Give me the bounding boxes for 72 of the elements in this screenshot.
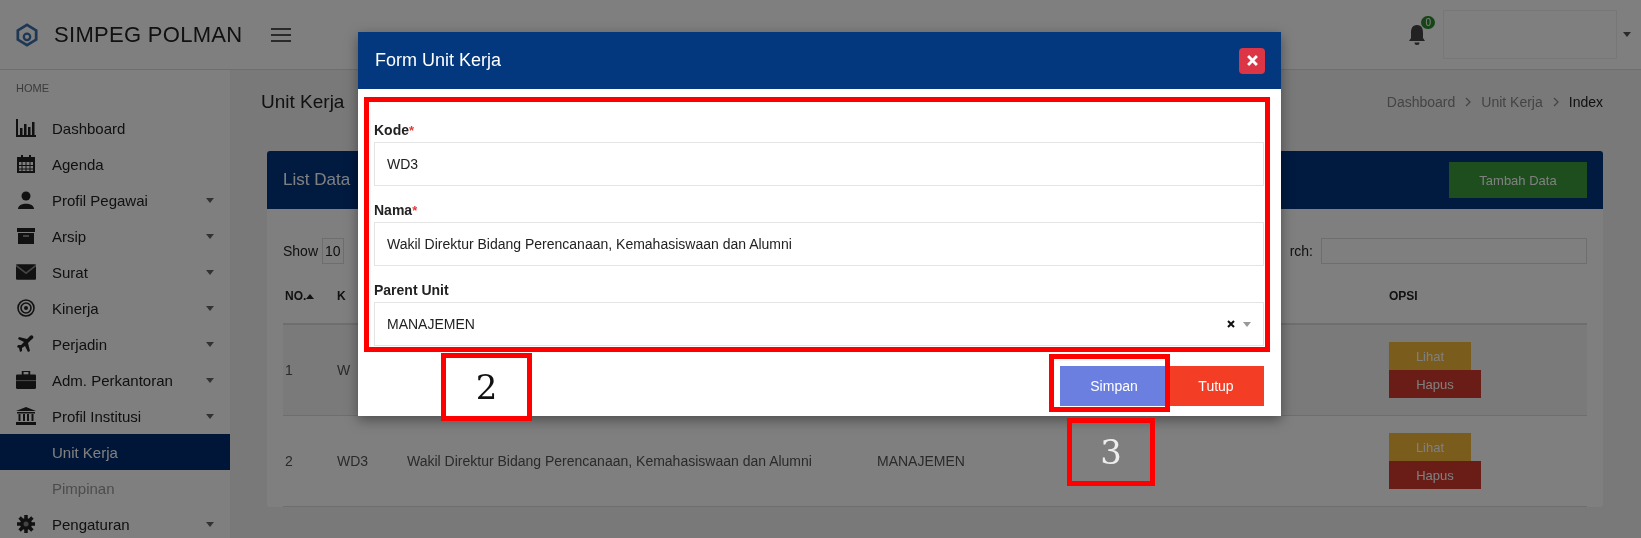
bar-chart-icon xyxy=(16,119,36,137)
sidebar-item[interactable]: Unit Kerja xyxy=(0,434,230,470)
modal-title: Form Unit Kerja xyxy=(375,50,502,71)
caret-icon[interactable] xyxy=(1623,32,1631,37)
page-size-select[interactable]: 10 xyxy=(322,238,344,264)
sidebar-item[interactable]: Profil Institusi xyxy=(0,398,230,434)
page-title: Unit Kerja xyxy=(261,91,345,113)
sidebar-item[interactable]: Surat xyxy=(0,254,230,290)
caret-icon xyxy=(206,341,214,347)
app-title: SIMPEG POLMAN xyxy=(54,21,243,48)
table-cell: Wakil Direktur Bidang Perencanaan, Kemahasiswaan dan Alumni xyxy=(407,453,812,469)
sidebar-item[interactable]: Dashboard xyxy=(0,110,230,146)
chevron-icon xyxy=(1465,97,1472,107)
caret-icon xyxy=(206,269,214,275)
sidebar-item[interactable]: Pengaturan xyxy=(0,506,230,538)
table-cell: WD3 xyxy=(337,453,369,469)
caret-icon xyxy=(206,413,214,419)
delete-button[interactable]: Hapus xyxy=(1389,461,1481,489)
delete-button[interactable]: Hapus xyxy=(1389,370,1481,398)
sidebar-item[interactable]: Arsip xyxy=(0,218,230,254)
column-header[interactable]: OPSI xyxy=(1389,289,1418,303)
sidebar-item[interactable]: Agenda xyxy=(0,146,230,182)
caret-icon xyxy=(206,305,214,311)
caret-icon[interactable] xyxy=(1243,321,1251,327)
sidebar-item[interactable]: Kinerja xyxy=(0,290,230,326)
settings-icon xyxy=(16,515,36,533)
field-label: Nama* xyxy=(374,202,418,220)
annotation-number: 3 xyxy=(1067,418,1155,486)
caret-icon xyxy=(206,197,214,203)
card-title: List Data xyxy=(283,170,351,190)
column-header[interactable]: NO. xyxy=(285,289,307,303)
column-header[interactable]: K xyxy=(337,289,346,303)
archive-box-icon xyxy=(16,227,36,245)
chevron-icon xyxy=(1552,97,1559,107)
parent-unit-select[interactable]: MANAJEMEN xyxy=(374,302,1264,346)
caret-icon xyxy=(206,377,214,383)
search-label: rch: xyxy=(1289,243,1313,259)
close-button[interactable] xyxy=(1239,47,1265,74)
field-label: Parent Unit xyxy=(374,282,449,300)
save-button[interactable]: Simpan xyxy=(1060,366,1168,406)
briefcase-icon xyxy=(16,371,36,389)
bell-icon[interactable] xyxy=(1407,23,1427,46)
input-field[interactable]: Wakil Direktur Bidang Perencanaan, Kemahasiswaan dan Alumni xyxy=(374,222,1264,266)
caret-icon xyxy=(206,233,214,239)
target-icon xyxy=(16,299,36,317)
sidebar-item[interactable]: Profil Pegawai xyxy=(0,182,230,218)
sidebar-section-label: HOME xyxy=(15,82,50,96)
notification-count: 0 xyxy=(1421,15,1435,29)
logo-icon xyxy=(16,22,38,47)
table-cell: W xyxy=(337,362,351,378)
clear-icon[interactable] xyxy=(1227,320,1235,328)
close-button[interactable]: Tutup xyxy=(1168,366,1264,406)
bank-icon xyxy=(16,407,36,425)
airplane-icon xyxy=(16,335,36,353)
breadcrumb-item: Index xyxy=(1568,94,1603,110)
input-field[interactable]: WD3 xyxy=(374,142,1264,186)
table-cell: 2 xyxy=(285,453,293,469)
menu-icon[interactable] xyxy=(270,27,291,42)
envelope-icon xyxy=(16,263,36,281)
show-label: Show xyxy=(283,243,319,259)
sidebar-item[interactable]: Adm. Perkantoran xyxy=(0,362,230,398)
field-label: Kode* xyxy=(374,122,415,140)
table-cell: 1 xyxy=(285,362,293,378)
add-data-button[interactable]: Tambah Data xyxy=(1449,162,1587,198)
close-icon xyxy=(1246,55,1258,66)
user-icon xyxy=(16,191,36,209)
caret-icon xyxy=(206,521,214,527)
annotation-number: 2 xyxy=(441,353,532,421)
calendar-icon xyxy=(16,155,36,173)
sort-icon[interactable] xyxy=(306,293,315,299)
table-cell: MANAJEMEN xyxy=(877,453,965,469)
sidebar-item[interactable]: Perjadin xyxy=(0,326,230,362)
